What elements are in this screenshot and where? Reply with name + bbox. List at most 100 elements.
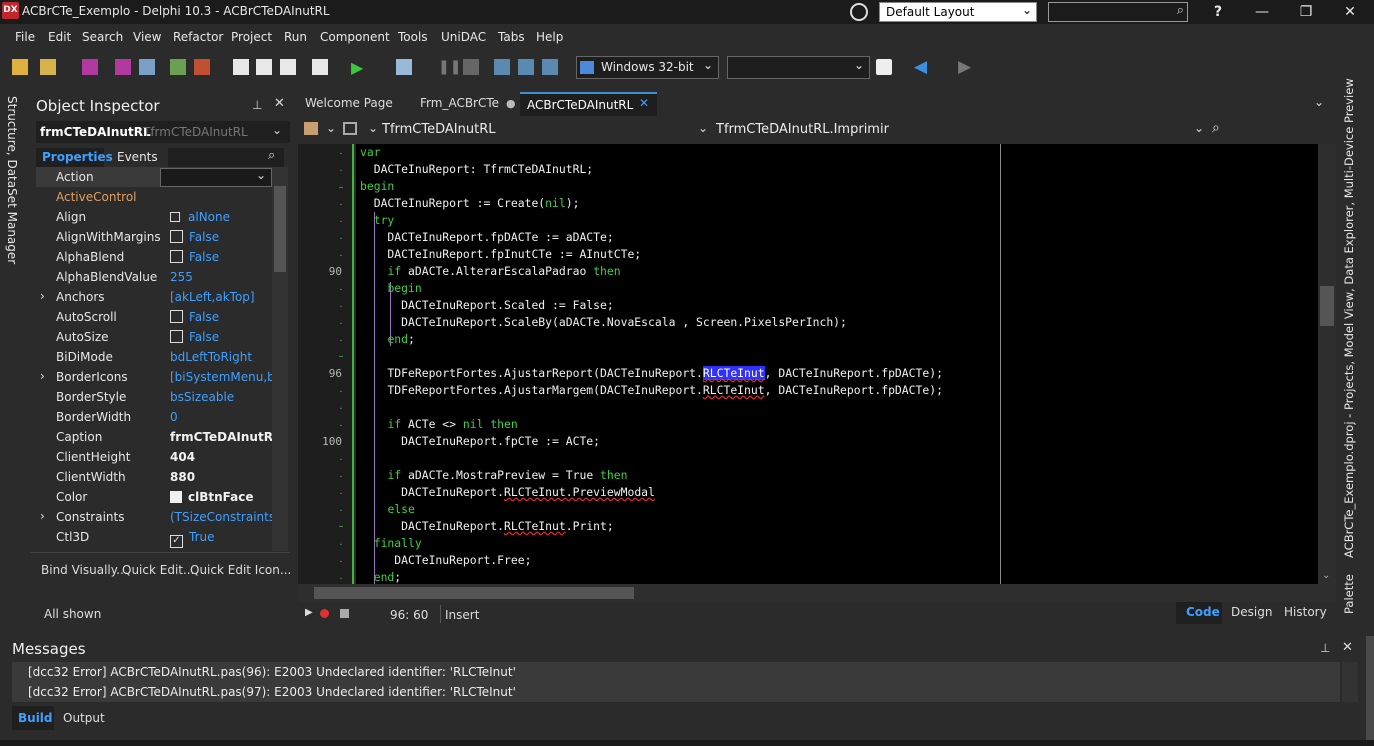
- menu-run[interactable]: Run: [284, 30, 307, 44]
- menu-unidac[interactable]: UniDAC: [441, 30, 486, 44]
- device-icon[interactable]: [876, 59, 892, 75]
- pause-icon[interactable]: ❚❚: [438, 59, 461, 75]
- code-line[interactable]: var: [360, 145, 381, 159]
- code-editor[interactable]: [356, 144, 1318, 584]
- save-icon[interactable]: [82, 59, 98, 75]
- oi-scrollbar-thumb[interactable]: [274, 186, 286, 272]
- run-icon[interactable]: ▶: [351, 58, 363, 77]
- prop-name[interactable]: AlphaBlendValue: [56, 270, 157, 284]
- platform-combo[interactable]: Windows 32-bit ⌄: [576, 56, 719, 79]
- prop-name[interactable]: Action: [56, 170, 94, 184]
- code-line[interactable]: DACTeInuReport.fpInutCTe := AInutCTe;: [360, 247, 641, 261]
- record-macro-icon[interactable]: [320, 609, 329, 618]
- h-scrollbar-thumb[interactable]: [314, 587, 634, 599]
- prop-name[interactable]: AutoScroll: [56, 310, 117, 324]
- prop-value[interactable]: alNone: [170, 210, 230, 224]
- prop-name[interactable]: AutoSize: [56, 330, 109, 344]
- tab-build[interactable]: Build: [18, 711, 53, 725]
- nav-class-combo[interactable]: TfrmCTeDAInutRL: [382, 122, 495, 137]
- pin-icon[interactable]: ⊥: [1320, 641, 1330, 655]
- fold-marker[interactable]: –: [338, 182, 344, 193]
- code-line[interactable]: finally: [360, 536, 422, 550]
- checkbox[interactable]: [170, 250, 183, 263]
- prop-name[interactable]: AlphaBlend: [56, 250, 124, 264]
- prop-value[interactable]: [akLeft,akTop]: [170, 290, 255, 304]
- desktop-layout-icon[interactable]: [850, 3, 868, 21]
- menu-file[interactable]: File: [15, 30, 35, 44]
- checkbox[interactable]: [170, 230, 183, 243]
- code-line[interactable]: TDFeReportFortes.AjustarReport(DACTeInuR…: [360, 366, 943, 380]
- chevron-down-icon[interactable]: ⌄: [698, 121, 708, 135]
- outer-scrollbar[interactable]: [1366, 636, 1374, 740]
- menu-view[interactable]: View: [133, 30, 161, 44]
- stop-macro-icon[interactable]: [340, 609, 349, 618]
- prop-name[interactable]: ActiveControl: [56, 190, 137, 204]
- prop-value[interactable]: False: [170, 310, 219, 324]
- prop-name[interactable]: BiDiMode: [56, 350, 113, 364]
- layout-combo[interactable]: Default Layout ⌄: [879, 2, 1037, 22]
- tab-output[interactable]: Output: [63, 711, 105, 725]
- prop-value[interactable]: 0: [170, 410, 178, 424]
- code-line[interactable]: DACTeInuReport.Free;: [360, 553, 531, 567]
- quick-edit-icon-link[interactable]: Quick Edit Icon...: [190, 563, 291, 577]
- tab-list-chevron-icon[interactable]: ⌄: [1314, 95, 1324, 109]
- expand-chevron-icon[interactable]: ›: [40, 369, 45, 383]
- code-line[interactable]: DACTeInuReport.RLCTeInut.Print;: [360, 519, 614, 533]
- prop-value[interactable]: False: [170, 230, 219, 244]
- menu-refactor[interactable]: Refactor: [173, 30, 223, 44]
- code-line[interactable]: DACTeInuReport.Scaled := False;: [360, 298, 614, 312]
- close-icon[interactable]: ✕: [1342, 640, 1353, 655]
- menu-edit[interactable]: Edit: [48, 30, 71, 44]
- view-form-icon[interactable]: [256, 59, 272, 75]
- close-icon[interactable]: ✕: [274, 96, 285, 111]
- quick-edit-link[interactable]: Quick Edit...: [122, 563, 194, 577]
- tab-code[interactable]: Code: [1186, 605, 1220, 619]
- palette-tab[interactable]: Palette: [1342, 574, 1356, 614]
- code-line[interactable]: DACTeInuReport.RLCTeInut.PreviewModal: [360, 485, 655, 499]
- code-line[interactable]: if aDACTe.AlterarEscalaPadrao then: [360, 264, 620, 278]
- close-tab-icon[interactable]: ✕: [639, 96, 649, 110]
- fold-marker[interactable]: –: [338, 521, 344, 532]
- tab-properties[interactable]: Properties: [42, 150, 113, 164]
- tab-history[interactable]: History: [1284, 605, 1327, 619]
- build-config-combo[interactable]: ⌄: [727, 56, 870, 79]
- prop-value[interactable]: bsSizeable: [170, 390, 234, 404]
- scrollbar-thumb[interactable]: [1320, 286, 1334, 326]
- code-line[interactable]: DACTeInuReport: TfrmCTeDAInutRL;: [360, 162, 593, 176]
- menu-search[interactable]: Search: [82, 30, 123, 44]
- tab-welcome-page[interactable]: Welcome Page: [298, 92, 400, 116]
- back-arrow-icon[interactable]: ◀: [914, 57, 927, 77]
- prop-name[interactable]: Caption: [56, 430, 102, 444]
- prop-value[interactable]: 255: [170, 270, 193, 284]
- code-line[interactable]: if aDACTe.MostraPreview = True then: [360, 468, 627, 482]
- prop-value[interactable]: ✓ True: [170, 530, 215, 548]
- menu-help[interactable]: Help: [536, 30, 563, 44]
- prop-value[interactable]: bdLeftToRight: [170, 350, 252, 364]
- code-line[interactable]: DACTeInuReport.fpDACTe := aDACTe;: [360, 230, 613, 244]
- prop-value[interactable]: [biSystemMenu,biM: [170, 370, 272, 384]
- prop-value[interactable]: 880: [170, 470, 195, 484]
- menu-project[interactable]: Project: [231, 30, 272, 44]
- stop-icon[interactable]: [463, 59, 479, 75]
- editor-vertical-scrollbar[interactable]: [1318, 144, 1336, 584]
- run-to-cursor-icon[interactable]: [542, 59, 558, 75]
- restore-button[interactable]: ❐: [1284, 0, 1328, 24]
- open-project-icon[interactable]: [40, 59, 56, 75]
- ide-search-input[interactable]: ⌕: [1048, 2, 1188, 22]
- forward-arrow-icon[interactable]: ▶: [958, 57, 971, 77]
- code-line[interactable]: else: [360, 502, 414, 516]
- code-line[interactable]: if ACTe <> nil then: [360, 417, 517, 431]
- trace-into-icon[interactable]: [494, 59, 510, 75]
- pin-icon[interactable]: ⊥: [252, 98, 262, 112]
- tab-acbrctedainutrl[interactable]: ACBrCTeDAInutRL: [520, 92, 657, 116]
- tab-design[interactable]: Design: [1231, 605, 1272, 619]
- checkbox-checked[interactable]: ✓: [170, 535, 183, 548]
- help-button[interactable]: ?: [1196, 0, 1240, 24]
- scroll-down-icon[interactable]: ⌄: [1322, 570, 1330, 581]
- prop-value[interactable]: (TSizeConstraints): [170, 510, 280, 524]
- play-macro-icon[interactable]: ▶: [305, 607, 313, 618]
- projects-tab[interactable]: ACBrCTe_Exemplo.dproj - Projects, Model …: [1342, 78, 1356, 558]
- remove-file-icon[interactable]: [194, 59, 210, 75]
- save-all-icon[interactable]: [115, 59, 131, 75]
- add-file-icon[interactable]: [170, 59, 186, 75]
